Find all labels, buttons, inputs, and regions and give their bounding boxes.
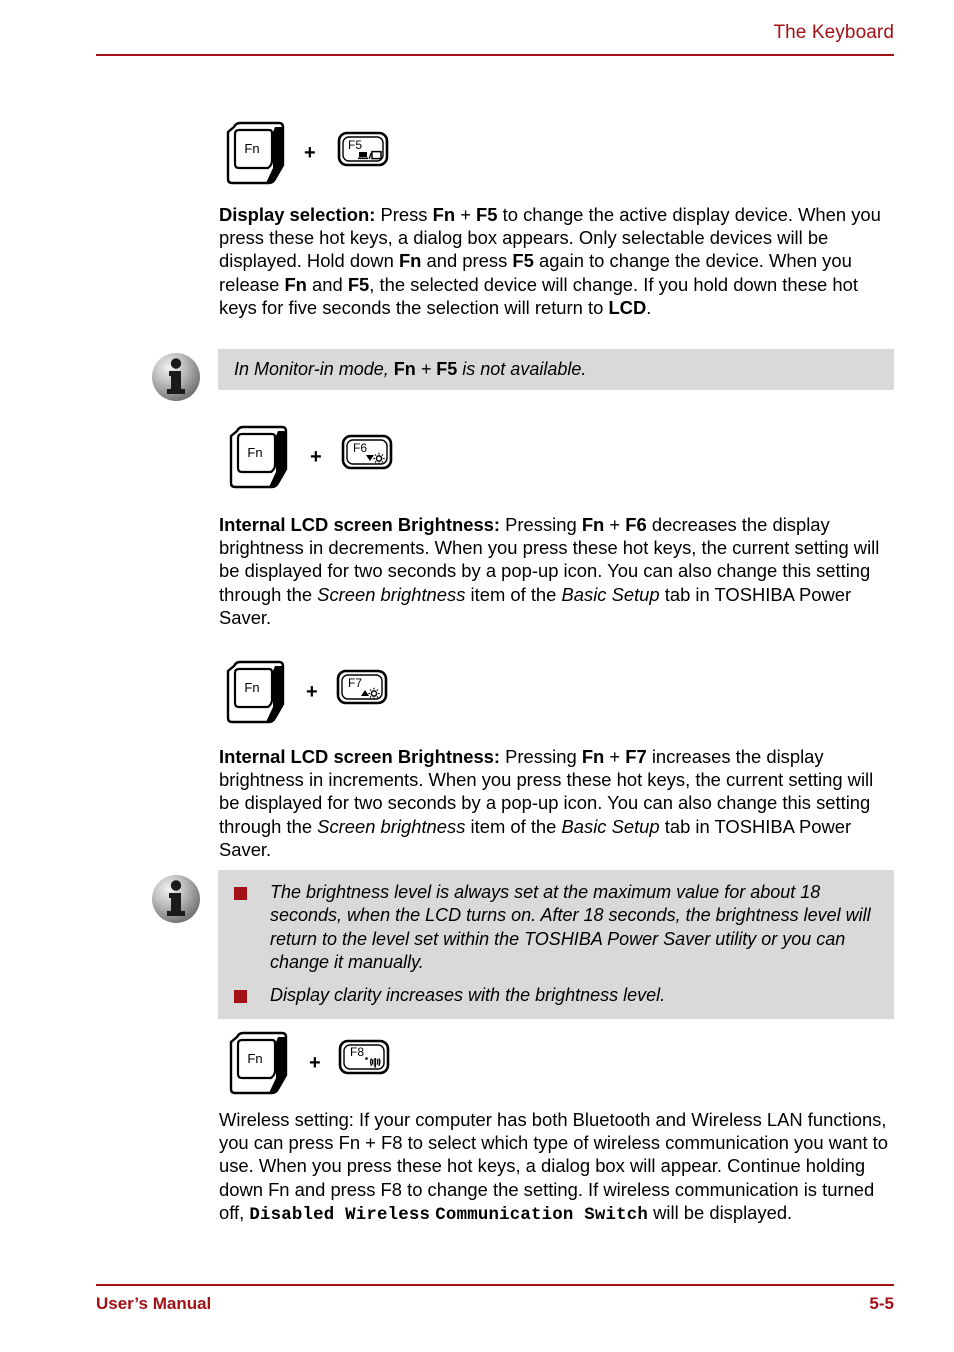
svg-text:Fn: Fn	[247, 1051, 262, 1066]
info-icon	[150, 351, 202, 403]
page-header-title: The Keyboard	[773, 22, 894, 43]
svg-text:Fn: Fn	[247, 445, 262, 460]
plus-symbol: +	[310, 446, 322, 468]
paragraph-display-selection: Display selection: Press Fn + F5 to chan…	[219, 204, 881, 318]
svg-text:F7: F7	[348, 676, 362, 690]
note-bullet-item: Display clarity increases with the brigh…	[234, 984, 880, 1007]
footer-page-number: 5-5	[869, 1294, 894, 1313]
f7-key-icon: F7	[336, 669, 388, 705]
note-box-monitor-in: In Monitor-in mode, Fn + F5 is not avail…	[218, 349, 894, 391]
bullet-square-icon	[234, 989, 247, 1003]
footer-divider	[96, 1284, 894, 1286]
svg-text:F6: F6	[353, 441, 367, 455]
svg-text:F8: F8	[350, 1045, 364, 1059]
bullet-square-icon	[234, 887, 247, 900]
paragraph-wireless-setting: Wireless setting: If your computer has b…	[219, 1109, 889, 1225]
fn-key-icon: Fn	[225, 118, 287, 186]
footer-manual-label: User’s Manual	[96, 1294, 212, 1313]
note-bullet-text: Display clarity increases with the brigh…	[270, 984, 666, 1005]
f8-key-icon: F8	[338, 1039, 390, 1075]
note-text: In Monitor-in mode, Fn + F5 is not avail…	[234, 359, 587, 379]
fn-key-icon: Fn	[225, 657, 287, 725]
plus-symbol: +	[306, 681, 318, 703]
note-bullet-list: The brightness level is always set at th…	[218, 870, 894, 1019]
svg-text:Fn: Fn	[244, 141, 259, 156]
note-bullet-text: The brightness level is always set at th…	[270, 882, 871, 973]
note-box-brightness: The brightness level is always set at th…	[218, 870, 894, 1020]
svg-text:Fn: Fn	[244, 680, 259, 695]
info-icon	[150, 873, 202, 925]
fn-key-icon: Fn	[228, 1028, 290, 1096]
f6-key-icon: F6	[341, 434, 393, 470]
fn-key-icon: Fn	[228, 422, 290, 490]
page-header: The Keyboard	[96, 22, 894, 56]
svg-text:F5: F5	[348, 138, 362, 152]
f5-key-icon: F5	[337, 131, 389, 167]
paragraph-brightness-decrease: Internal LCD screen Brightness: Pressing…	[219, 514, 880, 628]
note-bullet-item: The brightness level is always set at th…	[234, 881, 880, 975]
manual-page: The Keyboard Fn + F5 Display selection: …	[0, 0, 954, 1352]
paragraph-brightness-increase: Internal LCD screen Brightness: Pressing…	[219, 746, 874, 860]
plus-symbol: +	[309, 1052, 321, 1074]
header-divider	[96, 54, 894, 56]
plus-symbol: +	[304, 142, 316, 164]
page-footer: User’s Manual 5-5	[96, 1284, 894, 1324]
